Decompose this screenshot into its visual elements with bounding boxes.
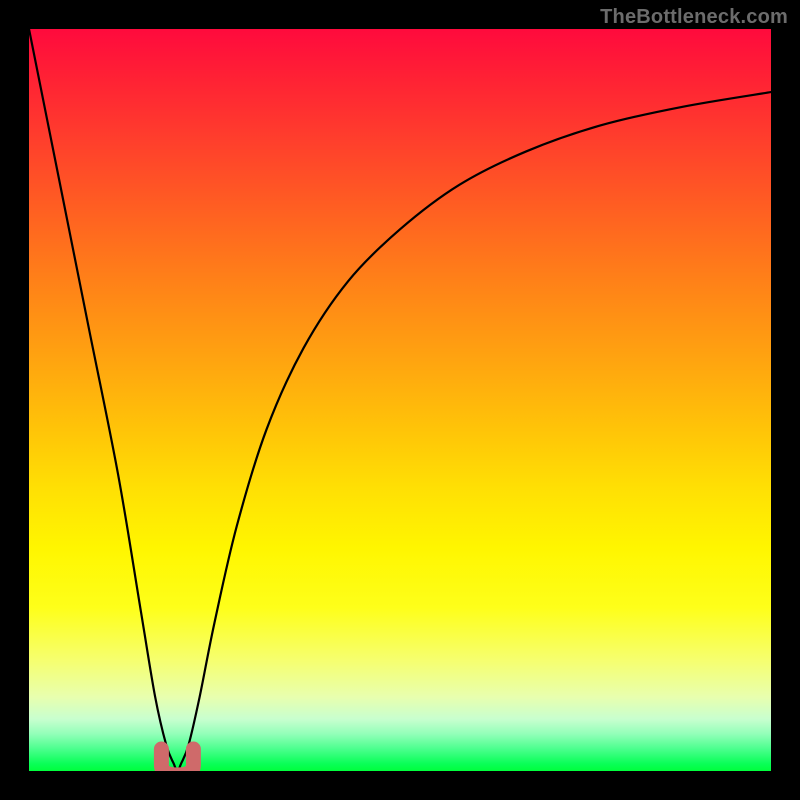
chart-frame: TheBottleneck.com [0, 0, 800, 800]
bottleneck-curve [29, 29, 771, 771]
attribution-text: TheBottleneck.com [600, 6, 788, 29]
plot-area [29, 29, 771, 771]
min-point-marker [161, 749, 193, 771]
